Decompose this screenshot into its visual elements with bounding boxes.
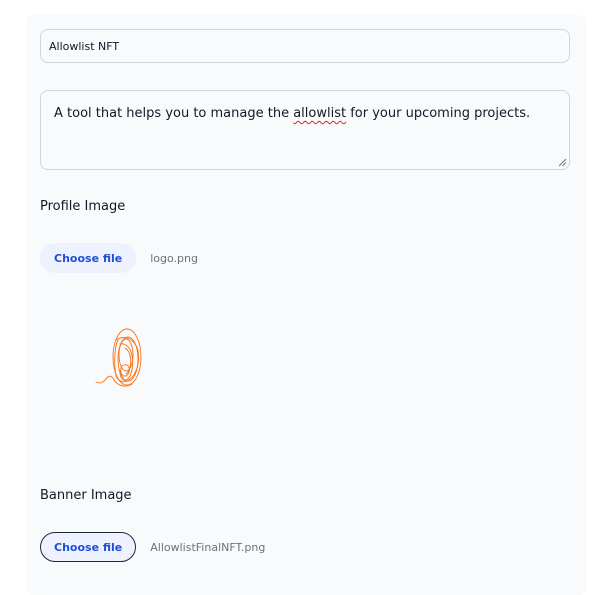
banner-image-label: Banner Image: [40, 488, 132, 503]
banner-file-name: AllowlistFinalNFT.png: [150, 540, 266, 554]
profile-choose-file-button[interactable]: Choose file: [40, 243, 137, 273]
description-misspelled-word: allowlist: [293, 106, 347, 121]
resize-grip-icon[interactable]: [559, 159, 566, 166]
project-description-textarea[interactable]: A tool that helps you to manage the allo…: [40, 90, 570, 170]
description-text-start: A tool that helps you to manage the: [54, 106, 294, 121]
profile-image-label: Profile Image: [40, 199, 126, 214]
profile-file-name: logo.png: [150, 251, 198, 265]
project-name-value: Allowlist NFT: [49, 39, 120, 53]
profile-image-file-input: Choose file logo.png: [40, 243, 198, 273]
banner-choose-file-button[interactable]: Choose file: [40, 532, 137, 562]
project-name-input[interactable]: Allowlist NFT: [40, 29, 570, 63]
banner-image-file-input: Choose file AllowlistFinalNFT.png: [40, 532, 265, 562]
description-text-end: for your upcoming projects.: [346, 106, 531, 121]
scribble-logo-icon: [95, 328, 142, 387]
